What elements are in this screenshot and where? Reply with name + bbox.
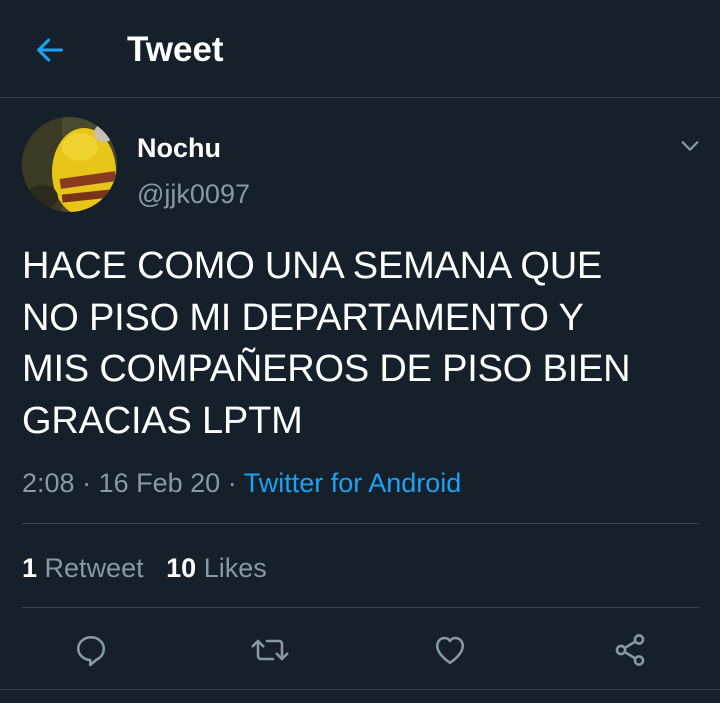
divider xyxy=(22,607,699,608)
tweet-time: 2:08 xyxy=(22,468,75,498)
retweets-label: Retweet xyxy=(44,553,144,583)
top-bar: Tweet xyxy=(0,0,720,98)
tweet-stats: 1 Retweet 10 Likes xyxy=(22,551,267,585)
retweet-icon xyxy=(251,639,289,661)
divider xyxy=(22,523,699,524)
reply-button[interactable] xyxy=(69,628,113,672)
likes-label: Likes xyxy=(203,553,267,583)
page-title: Tweet xyxy=(127,30,224,69)
tweet-actions-bar xyxy=(0,628,720,672)
tweet-text-line: HACE COMO UNA SEMANA QUE xyxy=(22,245,603,287)
chevron-down-icon xyxy=(681,141,699,151)
retweet-button[interactable] xyxy=(248,628,292,672)
tweet-text-line: NO PISO MI DEPARTAMENTO Y xyxy=(22,296,584,339)
likes-stat[interactable]: 10 Likes xyxy=(166,553,267,583)
reply-icon xyxy=(76,635,106,667)
tweet-meta: 2:08 · 16 Feb 20 · Twitter for Android xyxy=(22,466,461,500)
arrow-left-icon xyxy=(37,38,63,62)
like-icon xyxy=(435,636,465,665)
like-button[interactable] xyxy=(428,628,472,672)
tweet-text-line: MIS COMPAÑEROS DE PISO BIEN xyxy=(22,348,631,390)
likes-count: 10 xyxy=(166,553,197,583)
share-button[interactable] xyxy=(608,628,652,672)
more-options-button[interactable] xyxy=(674,130,706,162)
retweets-stat[interactable]: 1 Retweet xyxy=(22,553,144,583)
author-handle[interactable]: @jjk0097 xyxy=(137,178,250,210)
back-button[interactable] xyxy=(30,30,70,70)
tweet-text-line: GRACIAS LPTM xyxy=(22,399,303,442)
tweet-source-link[interactable]: Twitter for Android xyxy=(244,468,462,498)
meta-separator: · xyxy=(227,468,237,498)
tweet-date: 16 Feb 20 xyxy=(98,468,221,498)
author-name[interactable]: Nochu xyxy=(137,132,221,164)
share-icon xyxy=(615,634,645,666)
tweet-detail-screen: Tweet Nochu @jjk0097 HACE COMO UNA SEMAN… xyxy=(0,0,720,703)
meta-separator: · xyxy=(82,468,92,498)
tweet-text: HACE COMO UNA SEMANA QUE NO PISO MI DEPA… xyxy=(22,241,702,447)
avatar[interactable] xyxy=(22,117,117,212)
retweets-count: 1 xyxy=(22,553,38,583)
divider xyxy=(0,689,720,690)
